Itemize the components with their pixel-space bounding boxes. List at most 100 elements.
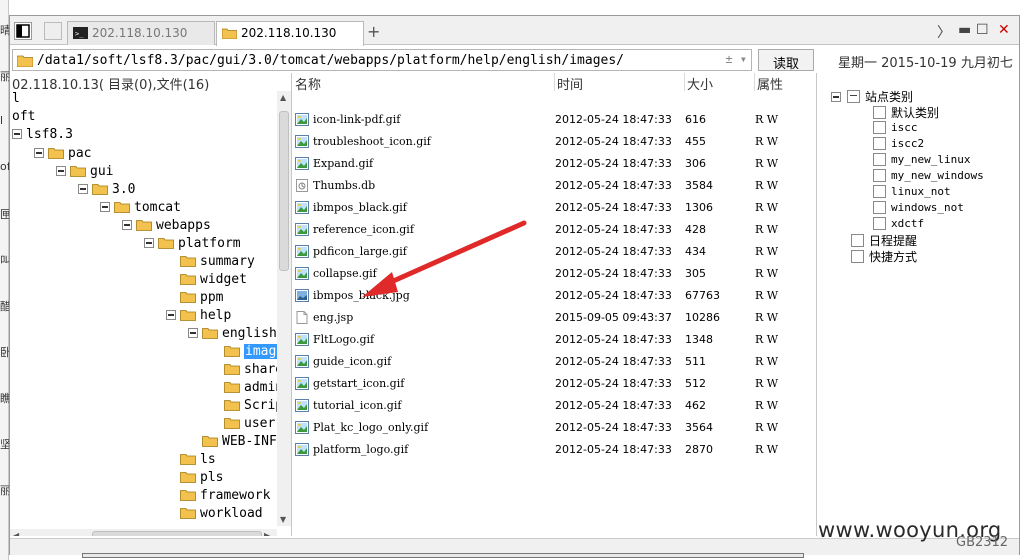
file-row[interactable]: reference_icon.gif 2012-05-24 18:47:33 428… xyxy=(293,219,815,241)
tree-node[interactable]: ppm xyxy=(166,289,223,307)
tree-node[interactable]: webapps xyxy=(122,217,211,235)
tree-node[interactable]: ls xyxy=(166,451,216,469)
file-size: 434 xyxy=(685,245,706,258)
close-button[interactable]: ✕ xyxy=(998,22,1010,38)
tree-node[interactable]: widget xyxy=(166,271,247,289)
tree-node[interactable]: pac xyxy=(34,145,91,163)
site-tree-node[interactable]: my_new_linux xyxy=(873,152,970,168)
address-spin-control[interactable]: ± ▾ xyxy=(725,52,747,66)
file-name: tutorial_icon.gif xyxy=(313,399,402,412)
image-icon xyxy=(295,355,309,368)
collapse-toggle-icon[interactable] xyxy=(56,166,66,176)
file-row[interactable]: eng.jsp 2015-09-05 09:43:37 10286 R W xyxy=(293,307,815,329)
site-tree-node[interactable]: 站点类别 xyxy=(831,88,913,104)
sidebar-toggle-button[interactable] xyxy=(14,22,32,40)
file-row[interactable]: platform_logo.gif 2012-05-24 18:47:33 2870… xyxy=(293,439,815,461)
column-header-attr[interactable]: 属性 xyxy=(755,73,815,93)
tree-node[interactable]: admin xyxy=(210,379,283,397)
site-tree-node[interactable]: my_new_windows xyxy=(873,168,984,184)
column-header-size[interactable]: 大小 xyxy=(685,73,755,93)
file-name: eng.jsp xyxy=(313,311,354,324)
scroll-left-icon[interactable]: ◀ xyxy=(13,531,19,536)
file-row[interactable]: Expand.gif 2012-05-24 18:47:33 306 R W xyxy=(293,153,815,175)
file-time: 2012-05-24 18:47:33 xyxy=(555,201,672,214)
collapse-toggle-icon[interactable] xyxy=(78,184,88,194)
file-row[interactable]: getstart_icon.gif 2012-05-24 18:47:33 512 R… xyxy=(293,373,815,395)
file-row[interactable]: ibmpos_black.gif 2012-05-24 18:47:33 1306 R… xyxy=(293,197,815,219)
tree-node[interactable]: platform xyxy=(144,235,241,253)
collapse-toggle-icon[interactable] xyxy=(831,91,841,102)
site-tree-node[interactable]: iscc xyxy=(873,120,918,136)
file-row[interactable]: collapse.gif 2012-05-24 18:47:33 305 R W xyxy=(293,263,815,285)
tree-node-label: webapps xyxy=(156,218,211,233)
collapse-toggle-icon[interactable] xyxy=(100,202,110,212)
tree-node[interactable]: help xyxy=(166,307,231,325)
minimize-button[interactable]: ▬ xyxy=(958,22,971,38)
tree-node[interactable]: summary xyxy=(166,253,255,271)
collapse-toggle-icon[interactable] xyxy=(188,328,198,338)
new-tab-button[interactable]: + xyxy=(367,22,380,41)
site-tree-node[interactable]: 默认类别 xyxy=(873,104,939,120)
site-icon xyxy=(873,106,886,119)
file-time: 2012-05-24 18:47:33 xyxy=(555,245,672,258)
scroll-down-icon[interactable]: ▼ xyxy=(280,515,286,524)
file-name: guide_icon.gif xyxy=(313,355,392,368)
tab-terminal[interactable]: >_ 202.118.10.130 xyxy=(67,21,215,45)
tree-node[interactable]: english xyxy=(188,325,277,343)
tree-vertical-scrollbar[interactable]: ▲ ▼ xyxy=(277,91,291,526)
tree-node[interactable]: user xyxy=(210,415,275,433)
read-button[interactable]: 读取 xyxy=(758,49,814,72)
folder-icon xyxy=(180,508,196,519)
site-tree-node[interactable]: 快捷方式 xyxy=(851,248,917,264)
tree-node[interactable]: pls xyxy=(166,469,223,487)
file-size: 306 xyxy=(685,157,706,170)
scrollbar-thumb[interactable] xyxy=(279,111,289,271)
collapse-toggle-icon[interactable] xyxy=(122,220,132,230)
tree-horizontal-scrollbar[interactable]: ◀ ▶ xyxy=(10,529,277,536)
tab-folder[interactable]: 202.118.10.130 xyxy=(216,21,364,46)
tree-node[interactable]: 3.0 xyxy=(78,181,135,199)
tree-node[interactable]: tomcat xyxy=(100,199,181,217)
chevron-right-icon[interactable]: 〉 xyxy=(937,22,951,42)
encoding-indicator[interactable]: GB2312 xyxy=(956,535,1008,550)
file-row[interactable]: ibmpos_black.jpg 2012-05-24 18:47:33 67763… xyxy=(293,285,815,307)
file-list-pane: 名称 时间 大小 属性 icon-link-pdf.gif 2012-05-24 … xyxy=(293,73,815,536)
collapse-toggle-icon[interactable] xyxy=(34,148,44,158)
scrollbar-thumb[interactable] xyxy=(92,531,262,536)
file-row[interactable]: Plat_kc_logo_only.gif 2012-05-24 18:47:33… xyxy=(293,417,815,439)
tree-node[interactable]: gui xyxy=(56,163,113,181)
file-row[interactable]: FltLogo.gif 2012-05-24 18:47:33 1348 R W xyxy=(293,329,815,351)
column-header-name[interactable]: 名称 xyxy=(293,73,555,93)
maximize-button[interactable]: ☐ xyxy=(976,22,989,38)
file-row[interactable]: guide_icon.gif 2012-05-24 18:47:33 511 R W xyxy=(293,351,815,373)
tree-node[interactable]: l xyxy=(12,91,20,109)
collapse-toggle-icon[interactable] xyxy=(166,310,176,320)
file-row[interactable]: icon-link-pdf.gif 2012-05-24 18:47:33 616 R… xyxy=(293,109,815,131)
address-bar[interactable]: /data1/soft/lsf8.3/pac/gui/3.0/tomcat/we… xyxy=(12,49,752,71)
site-tree-node[interactable]: windows_not xyxy=(873,200,964,216)
tree-node[interactable]: share xyxy=(210,361,283,379)
site-tree-node[interactable]: xdctf xyxy=(873,216,924,232)
blank-tab-button[interactable] xyxy=(44,22,62,40)
tree-node[interactable]: WEB-INF xyxy=(188,433,277,451)
tab-label: 202.118.10.130 xyxy=(241,26,337,40)
file-time: 2012-05-24 18:47:33 xyxy=(555,443,672,456)
scroll-up-icon[interactable]: ▲ xyxy=(280,93,286,102)
tree-node[interactable]: framework xyxy=(166,487,270,505)
site-tree-node[interactable]: 日程提醒 xyxy=(851,232,917,248)
collapse-toggle-icon[interactable] xyxy=(144,238,154,248)
site-tree-node[interactable]: iscc2 xyxy=(873,136,924,152)
tree-node[interactable]: oft xyxy=(12,109,35,127)
tree-node[interactable]: workload xyxy=(166,505,263,523)
folder-icon xyxy=(224,346,240,357)
column-header-time[interactable]: 时间 xyxy=(555,73,685,93)
file-row[interactable]: Thumbs.db 2012-05-24 18:47:33 3584 R W xyxy=(293,175,815,197)
folder-icon xyxy=(92,184,108,195)
file-row[interactable]: pdficon_large.gif 2012-05-24 18:47:33 434 R… xyxy=(293,241,815,263)
file-row[interactable]: troubleshoot_icon.gif 2012-05-24 18:47:33… xyxy=(293,131,815,153)
tree-node[interactable]: lsf8.3 xyxy=(12,127,73,145)
site-tree-node[interactable]: linux_not xyxy=(873,184,951,200)
collapse-toggle-icon[interactable] xyxy=(12,129,22,139)
file-row[interactable]: tutorial_icon.gif 2012-05-24 18:47:33 462 R… xyxy=(293,395,815,417)
scroll-right-icon[interactable]: ▶ xyxy=(264,531,270,536)
